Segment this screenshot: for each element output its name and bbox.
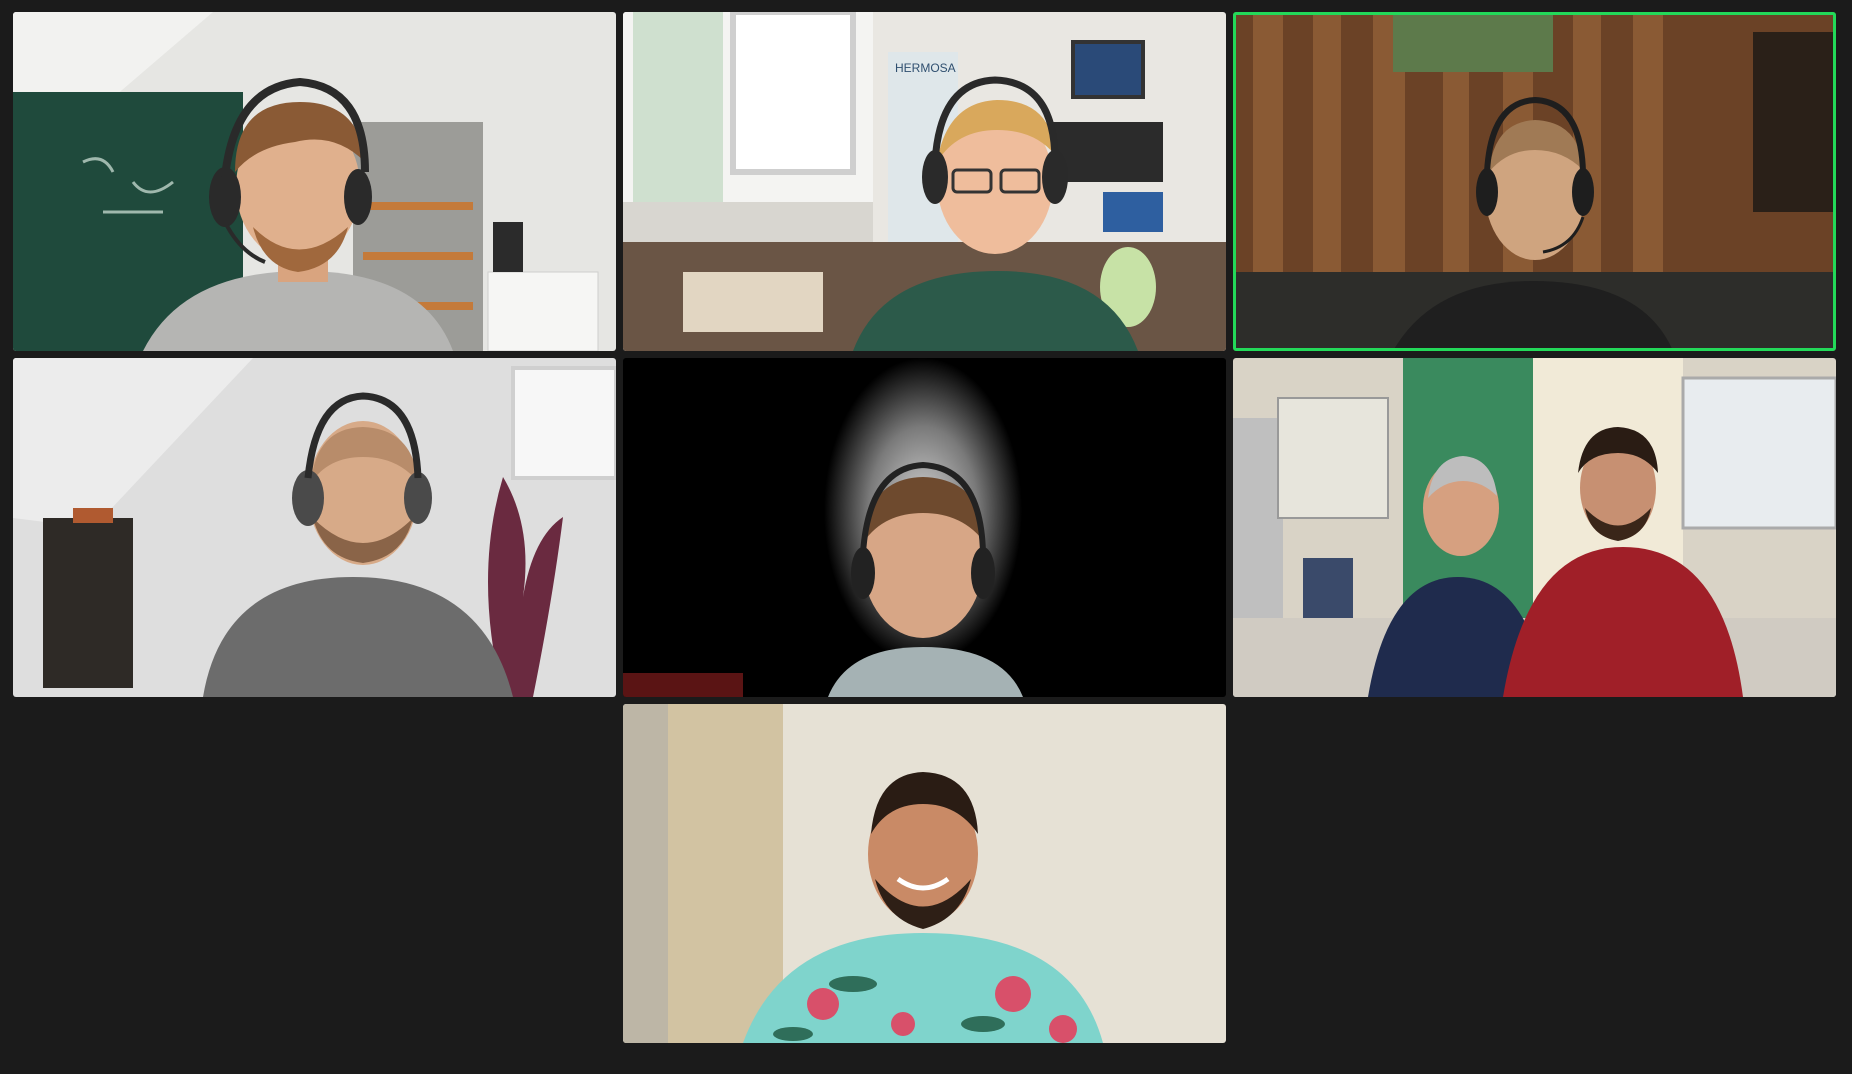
participant-video-tile-1[interactable] bbox=[13, 12, 616, 351]
participant-video-tile-3[interactable] bbox=[1233, 12, 1836, 351]
participant-video-tile-6[interactable] bbox=[1233, 358, 1836, 697]
poster-text: HERMOSA bbox=[895, 61, 956, 75]
participant-video-5 bbox=[623, 358, 1226, 697]
participant-video-7 bbox=[623, 704, 1226, 1043]
participant-video-tile-4[interactable] bbox=[13, 358, 616, 697]
participant-video-tile-7[interactable] bbox=[623, 704, 1226, 1043]
participant-video-3 bbox=[1233, 12, 1836, 351]
participant-video-4 bbox=[13, 358, 616, 697]
participant-video-tile-5[interactable] bbox=[623, 358, 1226, 697]
participant-video-1 bbox=[13, 12, 616, 351]
participant-video-tile-2[interactable]: HERMOSA bbox=[623, 12, 1226, 351]
participant-video-2: HERMOSA bbox=[623, 12, 1226, 351]
video-gallery: HERMOSA bbox=[0, 0, 1852, 1074]
participant-video-6 bbox=[1233, 358, 1836, 697]
